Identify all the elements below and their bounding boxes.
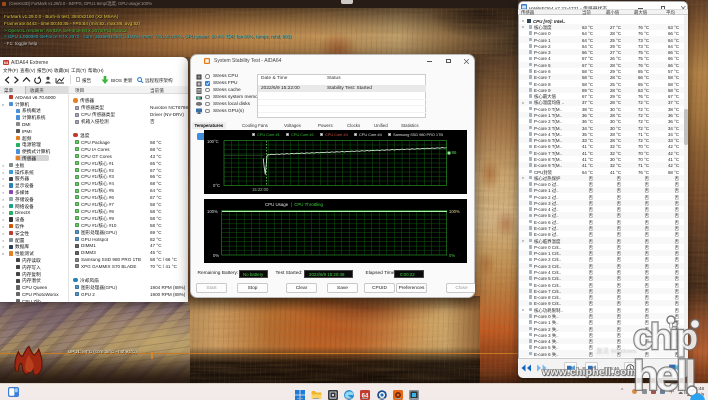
svg-text:chip: chip <box>633 316 697 357</box>
svg-text:hell: hell <box>633 352 694 399</box>
